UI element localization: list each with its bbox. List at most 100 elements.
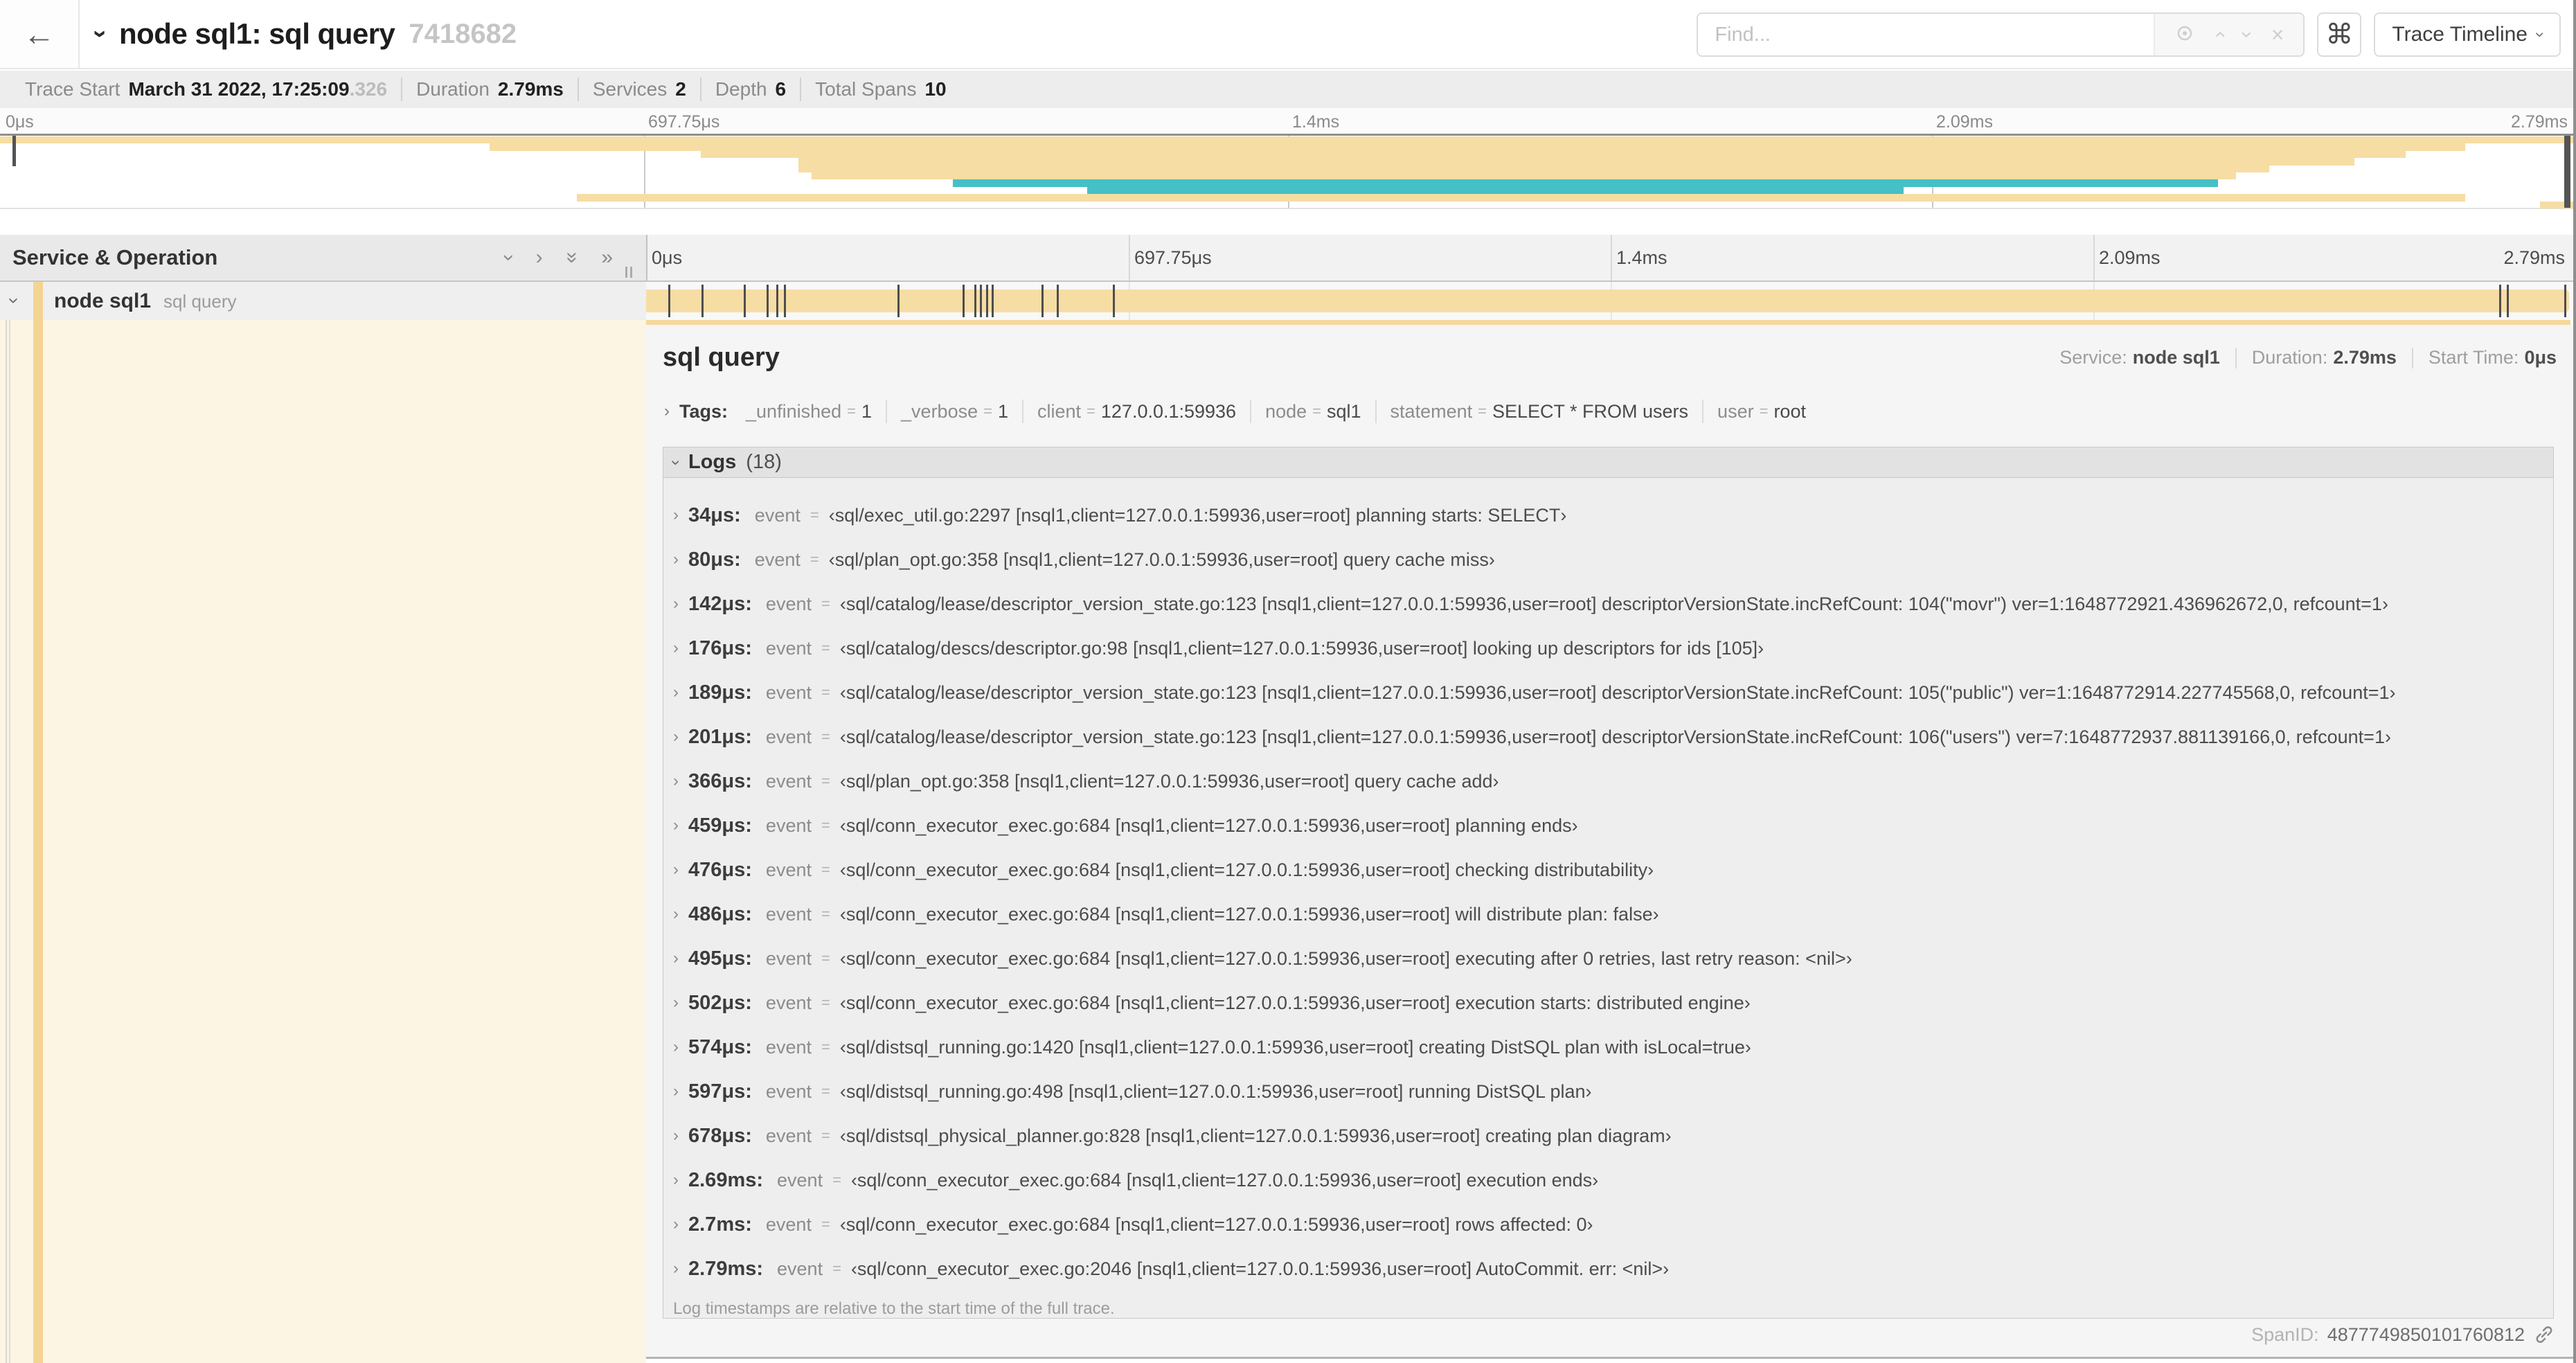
equals-sign: = — [821, 861, 830, 878]
column-resizer-grip[interactable] — [625, 267, 632, 278]
log-marker-tick[interactable] — [1112, 285, 1115, 317]
log-marker-tick[interactable] — [2564, 285, 2567, 317]
page-title: node sql1: sql query — [119, 17, 395, 50]
log-marker-tick[interactable] — [1057, 285, 1059, 317]
log-value: ‹sql/exec_util.go:2297 [nsql1,client=127… — [828, 504, 1567, 526]
chevron-right-icon: › — [664, 402, 670, 420]
span-row-timeline[interactable] — [646, 282, 2576, 320]
column-divider[interactable] — [646, 235, 647, 280]
find-next-icon[interactable]: › — [2236, 31, 2259, 38]
minimap-left-scrubber[interactable] — [12, 136, 16, 166]
chevron-right-icon: › — [673, 1170, 679, 1189]
log-marker-tick[interactable] — [783, 285, 786, 317]
collapse-one-icon[interactable]: › — [498, 254, 521, 261]
service-label: Service: — [2059, 347, 2127, 368]
minimap-tick-4: 2.79ms — [2511, 112, 2568, 132]
log-row[interactable]: › 189μs: event = ‹sql/catalog/lease/desc… — [663, 670, 2553, 715]
equals-sign: = — [1478, 402, 1487, 420]
log-marker-tick[interactable] — [974, 285, 976, 317]
log-row[interactable]: › 201μs: event = ‹sql/catalog/lease/desc… — [663, 715, 2553, 759]
view-dropdown-button[interactable]: Trace Timeline › — [2374, 12, 2561, 57]
log-marker-tick[interactable] — [2499, 285, 2502, 317]
log-row[interactable]: › 502μs: event = ‹sql/conn_executor_exec… — [663, 981, 2553, 1025]
log-row[interactable]: › 476μs: event = ‹sql/conn_executor_exec… — [663, 848, 2553, 892]
log-timestamp: 2.7ms: — [688, 1213, 752, 1236]
log-row[interactable]: › 176μs: event = ‹sql/catalog/descs/desc… — [663, 626, 2553, 670]
tag-key: _unfinished — [746, 400, 842, 422]
ruler-gridline-25 — [1129, 235, 1130, 280]
log-row[interactable]: › 597μs: event = ‹sql/distsql_running.go… — [663, 1069, 2553, 1114]
keyboard-shortcuts-button[interactable]: ⌘ — [2317, 12, 2362, 57]
log-row[interactable]: › 2.7ms: event = ‹sql/conn_executor_exec… — [663, 1202, 2553, 1247]
log-row[interactable]: › 2.79ms: event = ‹sql/conn_executor_exe… — [663, 1247, 2553, 1291]
log-timestamp: 597μs: — [688, 1080, 752, 1103]
span-duration-bar[interactable] — [646, 285, 2569, 317]
expand-one-icon[interactable]: › — [536, 247, 543, 268]
log-row[interactable]: › 495μs: event = ‹sql/conn_executor_exec… — [663, 936, 2553, 981]
tags-label: Tags: — [679, 400, 728, 422]
log-row[interactable]: › 366μs: event = ‹sql/plan_opt.go:358 [n… — [663, 759, 2553, 803]
log-row[interactable]: › 80μs: event = ‹sql/plan_opt.go:358 [ns… — [663, 537, 2553, 582]
back-button[interactable]: ← — [0, 0, 80, 68]
locate-icon[interactable] — [2174, 23, 2195, 47]
log-row[interactable]: › 574μs: event = ‹sql/distsql_running.go… — [663, 1025, 2553, 1069]
collapse-all-icon[interactable]: » — [561, 252, 584, 264]
minimap-span — [811, 172, 2236, 180]
service-value: node sql1 — [2132, 347, 2220, 368]
find-clear-icon[interactable]: × — [2271, 22, 2284, 48]
log-timestamp: 502μs: — [688, 991, 752, 1014]
log-marker-tick[interactable] — [776, 285, 778, 317]
log-row[interactable]: › 34μs: event = ‹sql/exec_util.go:2297 [… — [663, 493, 2553, 537]
collapse-trace-icon[interactable]: › — [87, 30, 116, 38]
logs-header[interactable]: › Logs (18) — [663, 447, 2553, 478]
log-marker-tick[interactable] — [766, 285, 769, 317]
logs-count: (18) — [746, 451, 782, 473]
tag-key: user — [1717, 400, 1754, 422]
log-marker-tick[interactable] — [985, 285, 988, 317]
log-marker-tick[interactable] — [963, 285, 965, 317]
log-timestamp: 366μs: — [688, 769, 752, 792]
tags-accordion[interactable]: › Tags: _unfinished = 1 _verbose = 1 cli… — [664, 400, 1820, 423]
span-row-name-column[interactable]: › node sql1 sql query — [0, 282, 646, 320]
collapse-children-icon[interactable]: › — [4, 297, 26, 303]
chevron-right-icon: › — [673, 993, 679, 1012]
log-timestamp: 80μs: — [688, 548, 741, 571]
span-id-label: SpanID: — [2251, 1324, 2319, 1345]
log-row[interactable]: › 142μs: event = ‹sql/catalog/lease/desc… — [663, 582, 2553, 626]
log-row[interactable]: › 459μs: event = ‹sql/conn_executor_exec… — [663, 803, 2553, 848]
span-operation-name: sql query — [163, 291, 237, 312]
minimap-span — [489, 143, 2466, 151]
chevron-right-icon: › — [673, 772, 679, 790]
log-value: ‹sql/conn_executor_exec.go:684 [nsql1,cl… — [839, 859, 1654, 880]
expand-all-icon[interactable]: » — [601, 247, 613, 268]
log-marker-tick[interactable] — [1041, 285, 1044, 317]
command-icon: ⌘ — [2325, 19, 2354, 50]
log-marker-tick[interactable] — [701, 285, 704, 317]
log-key: event — [765, 637, 812, 659]
chevron-right-icon: › — [673, 594, 679, 613]
log-timestamp: 176μs: — [688, 636, 752, 659]
find-prev-icon[interactable]: › — [2208, 31, 2230, 38]
log-marker-tick[interactable] — [668, 285, 671, 317]
log-row[interactable]: › 486μs: event = ‹sql/conn_executor_exec… — [663, 892, 2553, 936]
detail-header: sql query Service: node sql1 Duration: 2.7… — [663, 343, 2557, 373]
chevron-right-icon: › — [673, 639, 679, 657]
equals-sign: = — [1086, 402, 1095, 420]
minimap-right-scrubber[interactable] — [2564, 136, 2570, 208]
deep-link-icon[interactable] — [2533, 1324, 2555, 1346]
log-row[interactable]: › 2.69ms: event = ‹sql/conn_executor_exe… — [663, 1158, 2553, 1202]
tag-value: sql1 — [1327, 400, 1361, 422]
log-timestamp: 201μs: — [688, 725, 752, 748]
log-marker-tick[interactable] — [2507, 285, 2510, 317]
duration-value: 2.79ms — [2333, 347, 2397, 368]
find-input[interactable] — [1698, 14, 2154, 55]
log-marker-tick[interactable] — [980, 285, 983, 317]
span-row[interactable]: › node sql1 sql query — [0, 282, 2576, 320]
log-timestamp: 2.69ms: — [688, 1168, 764, 1191]
log-marker-tick[interactable] — [743, 285, 746, 317]
tree-guide-line — [9, 320, 10, 1363]
log-marker-tick[interactable] — [897, 285, 900, 317]
log-marker-tick[interactable] — [991, 285, 994, 317]
minimap-graph[interactable] — [0, 134, 2576, 209]
log-row[interactable]: › 678μs: event = ‹sql/distsql_physical_p… — [663, 1114, 2553, 1158]
